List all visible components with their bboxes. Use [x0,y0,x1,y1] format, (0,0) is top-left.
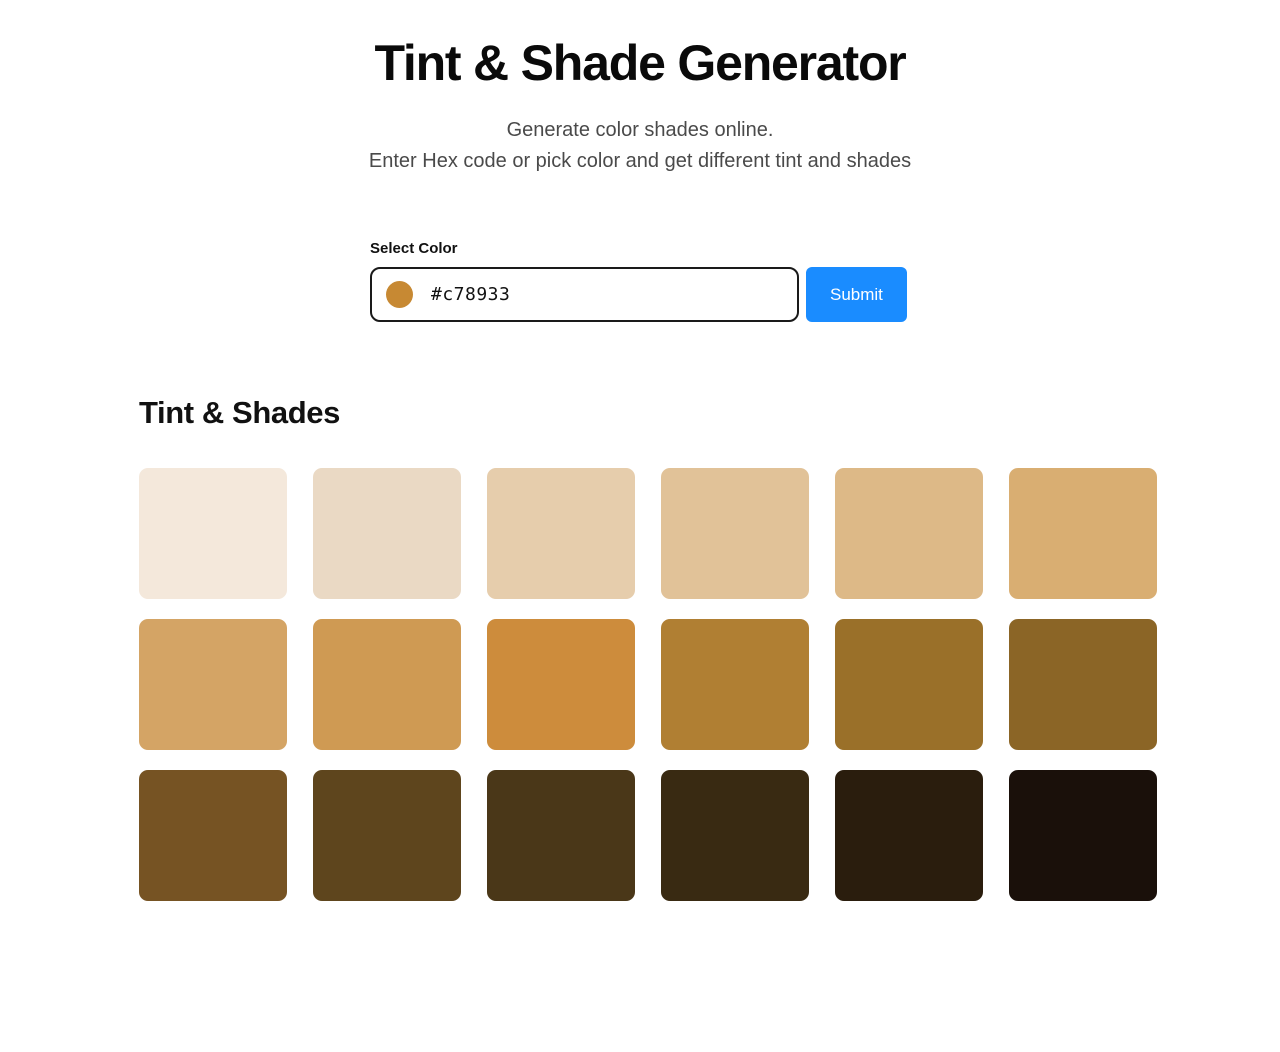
color-form: Select Color Submit [0,240,1280,322]
color-picker-swatch-icon[interactable] [386,281,413,308]
color-form-row: Submit [370,267,1280,322]
color-swatch[interactable] [313,468,461,599]
subtitle-line-1: Generate color shades online. [506,119,774,141]
page-subtitle: Generate color shades online. Enter Hex … [230,115,1050,177]
results-section: Tint & Shades [0,394,1280,901]
color-swatch[interactable] [835,770,983,901]
swatch-grid [139,468,1157,901]
color-swatch[interactable] [835,619,983,750]
hex-code-input[interactable] [431,269,783,320]
page-title: Tint & Shade Generator [374,35,906,91]
color-swatch[interactable] [1009,468,1157,599]
color-swatch[interactable] [313,770,461,901]
page-root: Tint & Shade Generator Generate color sh… [0,0,1280,1052]
color-swatch[interactable] [139,770,287,901]
subtitle-line-2: Enter Hex code or pick color and get dif… [368,150,912,172]
color-swatch[interactable] [661,770,809,901]
color-swatch[interactable] [487,619,635,750]
color-swatch[interactable] [313,619,461,750]
color-swatch[interactable] [1009,619,1157,750]
color-swatch[interactable] [661,619,809,750]
color-swatch[interactable] [835,468,983,599]
color-swatch[interactable] [661,468,809,599]
color-swatch[interactable] [139,468,287,599]
results-title: Tint & Shades [139,395,340,430]
select-color-label: Select Color [370,240,458,257]
page-header: Tint & Shade Generator Generate color sh… [0,0,1280,177]
submit-button[interactable]: Submit [806,267,907,322]
color-swatch[interactable] [139,619,287,750]
color-input-group[interactable] [370,267,799,322]
color-swatch[interactable] [487,770,635,901]
color-swatch[interactable] [487,468,635,599]
color-swatch[interactable] [1009,770,1157,901]
